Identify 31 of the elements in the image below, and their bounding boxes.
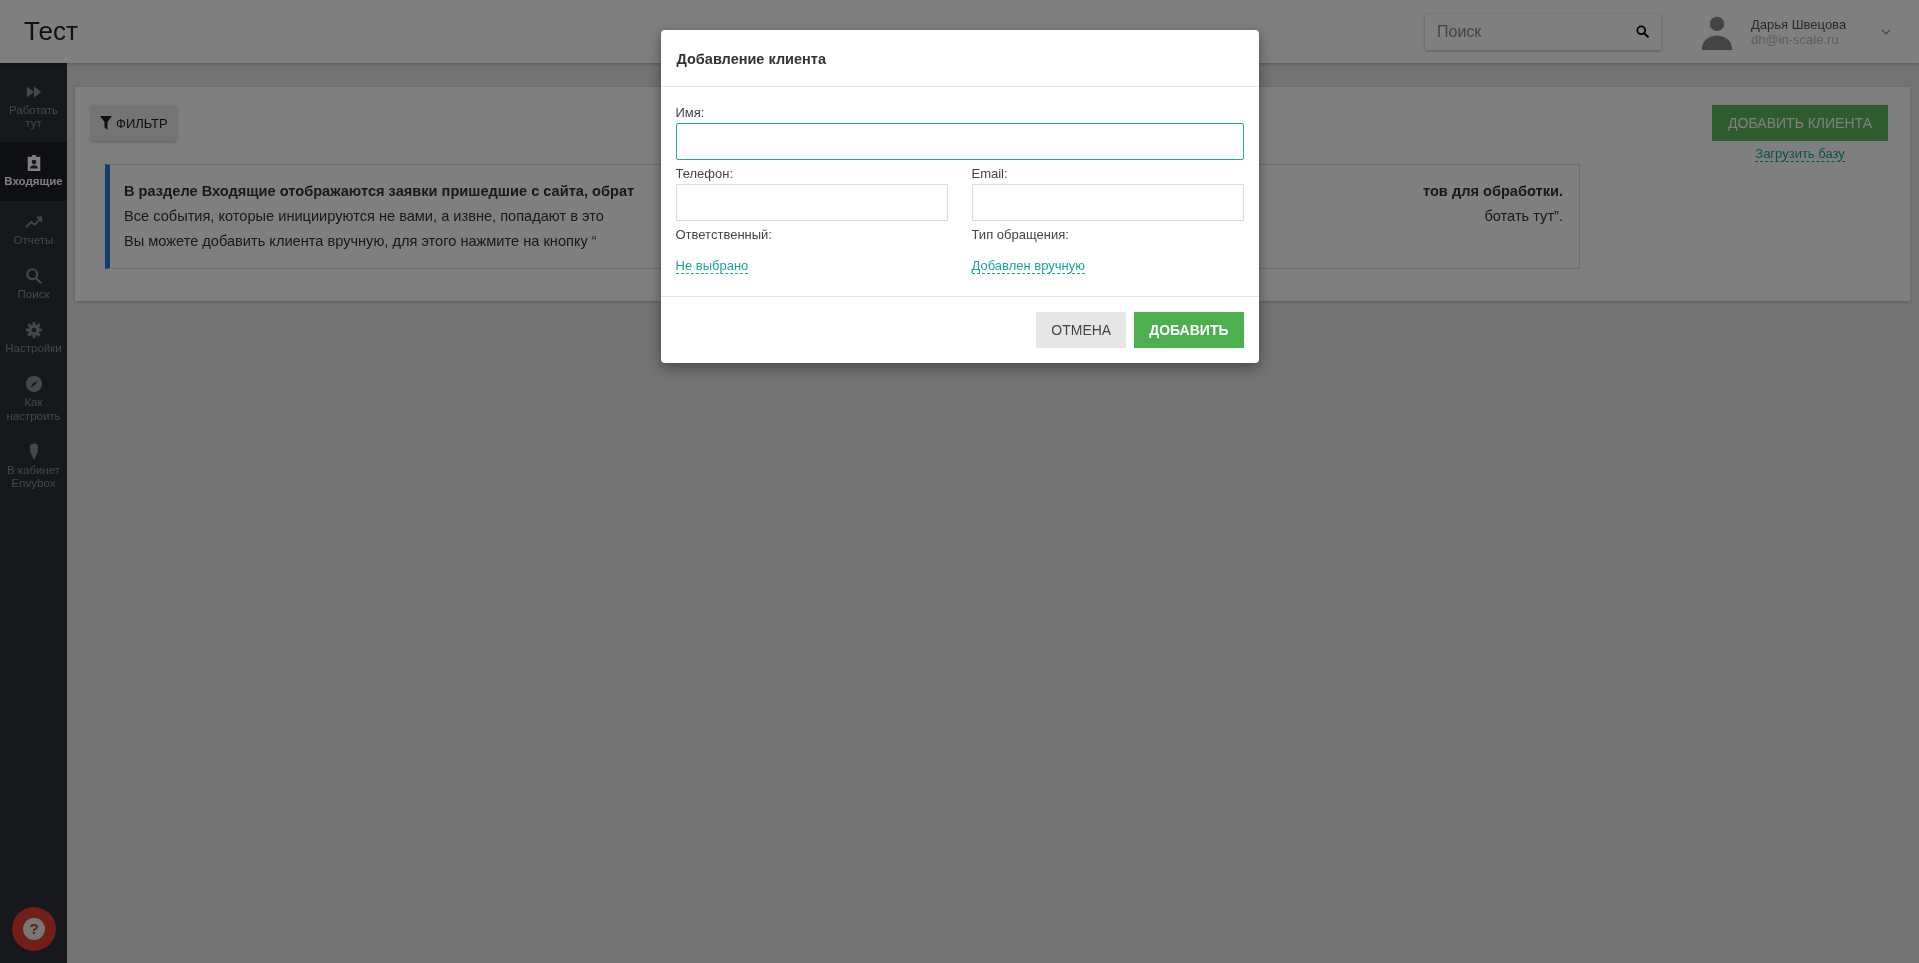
upload-link[interactable]: Загрузить базу: [1755, 146, 1845, 162]
help-button[interactable]: ?: [12, 907, 56, 951]
info-text: В разделе Входящие отображаются заявки пришедшие с сайта, обрат: [124, 182, 635, 201]
email-field[interactable]: [971, 184, 1244, 221]
dialog-title: Добавление клиента: [676, 51, 826, 67]
chevron-down-icon[interactable]: [1881, 28, 1891, 35]
cancel-button[interactable]: ОТМЕНА: [1036, 312, 1127, 348]
info-text: Вы можете добавить клиента вручную, для этого нажмите на кнопку “: [124, 232, 597, 251]
filter-button[interactable]: ФИЛЬТР: [91, 105, 177, 141]
field-label: Ответственный:: [675, 227, 772, 242]
gear-icon: [24, 321, 43, 340]
field-label: Тип обращения:: [971, 227, 1069, 242]
name-field[interactable]: [675, 123, 1244, 160]
field-label: Email:: [971, 166, 1008, 181]
search-icon[interactable]: [1636, 25, 1649, 38]
add-button[interactable]: ДОБАВИТЬ: [1134, 312, 1244, 348]
search-icon: [24, 266, 43, 285]
add-client-button[interactable]: ДОБАВИТЬ КЛИЕНТА: [1712, 105, 1888, 141]
owner-link[interactable]: Не выбрано: [675, 258, 749, 274]
phone-field[interactable]: [675, 184, 948, 221]
field-label: Имя:: [675, 105, 705, 120]
field-label: Телефон:: [675, 166, 734, 181]
info-text: ботать тут”.: [1484, 207, 1563, 226]
sidebar-item[interactable]: Входящие: [0, 142, 67, 201]
page-title: Тест: [24, 16, 78, 47]
info-text: тов для обработки.: [1423, 182, 1563, 201]
info-text: Все события, которые инициируются не вами, а извне, попадают в это: [124, 207, 604, 226]
request-type-link[interactable]: Добавлен вручную: [971, 258, 1085, 274]
user-name: Дарья Швецова: [1751, 16, 1848, 32]
compass-icon: [24, 375, 43, 394]
filter-icon: [100, 116, 112, 130]
